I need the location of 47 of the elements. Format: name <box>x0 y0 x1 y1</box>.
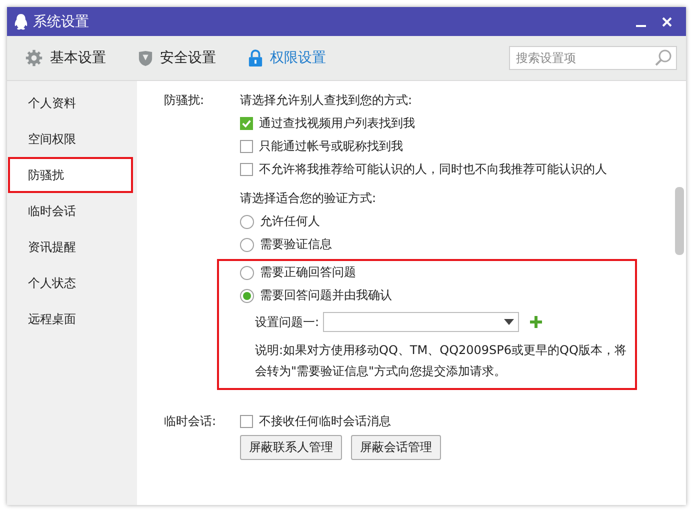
sidebar-item[interactable]: 个人状态 <box>8 265 133 301</box>
checkbox[interactable] <box>240 140 253 153</box>
option-label: 需要验证信息 <box>260 236 332 253</box>
settings-icon <box>25 49 43 67</box>
sidebar-item[interactable]: 远程桌面 <box>8 301 133 337</box>
checkbox[interactable] <box>240 117 253 130</box>
option-label: 通过查找视频用户列表找到我 <box>259 115 415 132</box>
section-prompt: 请选择适合您的验证方式: <box>240 190 378 207</box>
search-icon[interactable] <box>654 49 672 67</box>
sidebar-item[interactable]: 个人资料 <box>8 85 133 121</box>
toolbar-tab[interactable]: 权限设置 <box>248 49 326 67</box>
option-label: 只能通过帐号或昵称找到我 <box>259 138 403 155</box>
scrollbar-thumb[interactable] <box>675 187 684 255</box>
radio-button[interactable] <box>240 238 254 252</box>
checkbox[interactable] <box>240 163 253 176</box>
option-label: 不接收任何临时会话消息 <box>259 413 391 430</box>
penguin-icon <box>13 12 29 30</box>
sidebar-item[interactable]: 资讯提醒 <box>8 229 133 265</box>
option-label: 需要正确回答问题 <box>260 264 356 281</box>
sidebar-item[interactable]: 防骚扰 <box>8 157 133 193</box>
manage-button[interactable]: 屏蔽联系人管理 <box>240 435 342 460</box>
window-title: 系统设置 <box>33 12 90 30</box>
section-label: 临时会话: <box>164 413 218 430</box>
question-label: 设置问题一: <box>255 314 320 330</box>
caret-icon <box>504 319 514 325</box>
radio-button[interactable] <box>240 214 254 228</box>
option-label: 允许任何人 <box>260 213 320 230</box>
note-text: 说明:如果对方使用移动QQ、TM、QQ2009SP6或更早的QQ版本，将 会转为"需要验证信息"方式向您提交添加请求。 <box>255 342 628 380</box>
question-dropdown[interactable] <box>323 312 520 332</box>
shield-icon <box>138 50 153 66</box>
checkbox[interactable] <box>240 415 253 428</box>
search-field[interactable]: 搜索设置项 <box>509 46 677 70</box>
option-label: 需要回答问题并由我确认 <box>260 287 392 304</box>
close-icon <box>661 16 673 28</box>
radio-button[interactable] <box>240 288 254 302</box>
minimize-icon <box>636 25 646 27</box>
option-label: 不允许将我推荐给可能认识的人，同时也不向我推荐可能认识的人 <box>259 161 607 178</box>
section-prompt: 请选择允许别人查找到您的方式: <box>240 92 414 109</box>
manage-button[interactable]: 屏蔽会话管理 <box>351 435 441 460</box>
lock-icon <box>248 49 263 67</box>
radio-button[interactable] <box>240 266 254 280</box>
section-label: 防骚扰: <box>164 92 206 109</box>
sidebar-item[interactable]: 临时会话 <box>8 193 133 229</box>
sidebar-item[interactable]: 空间权限 <box>8 121 133 157</box>
toolbar-tab[interactable]: 安全设置 <box>138 49 216 67</box>
toolbar-tab[interactable]: 基本设置 <box>25 49 106 67</box>
add-icon[interactable] <box>529 315 544 329</box>
